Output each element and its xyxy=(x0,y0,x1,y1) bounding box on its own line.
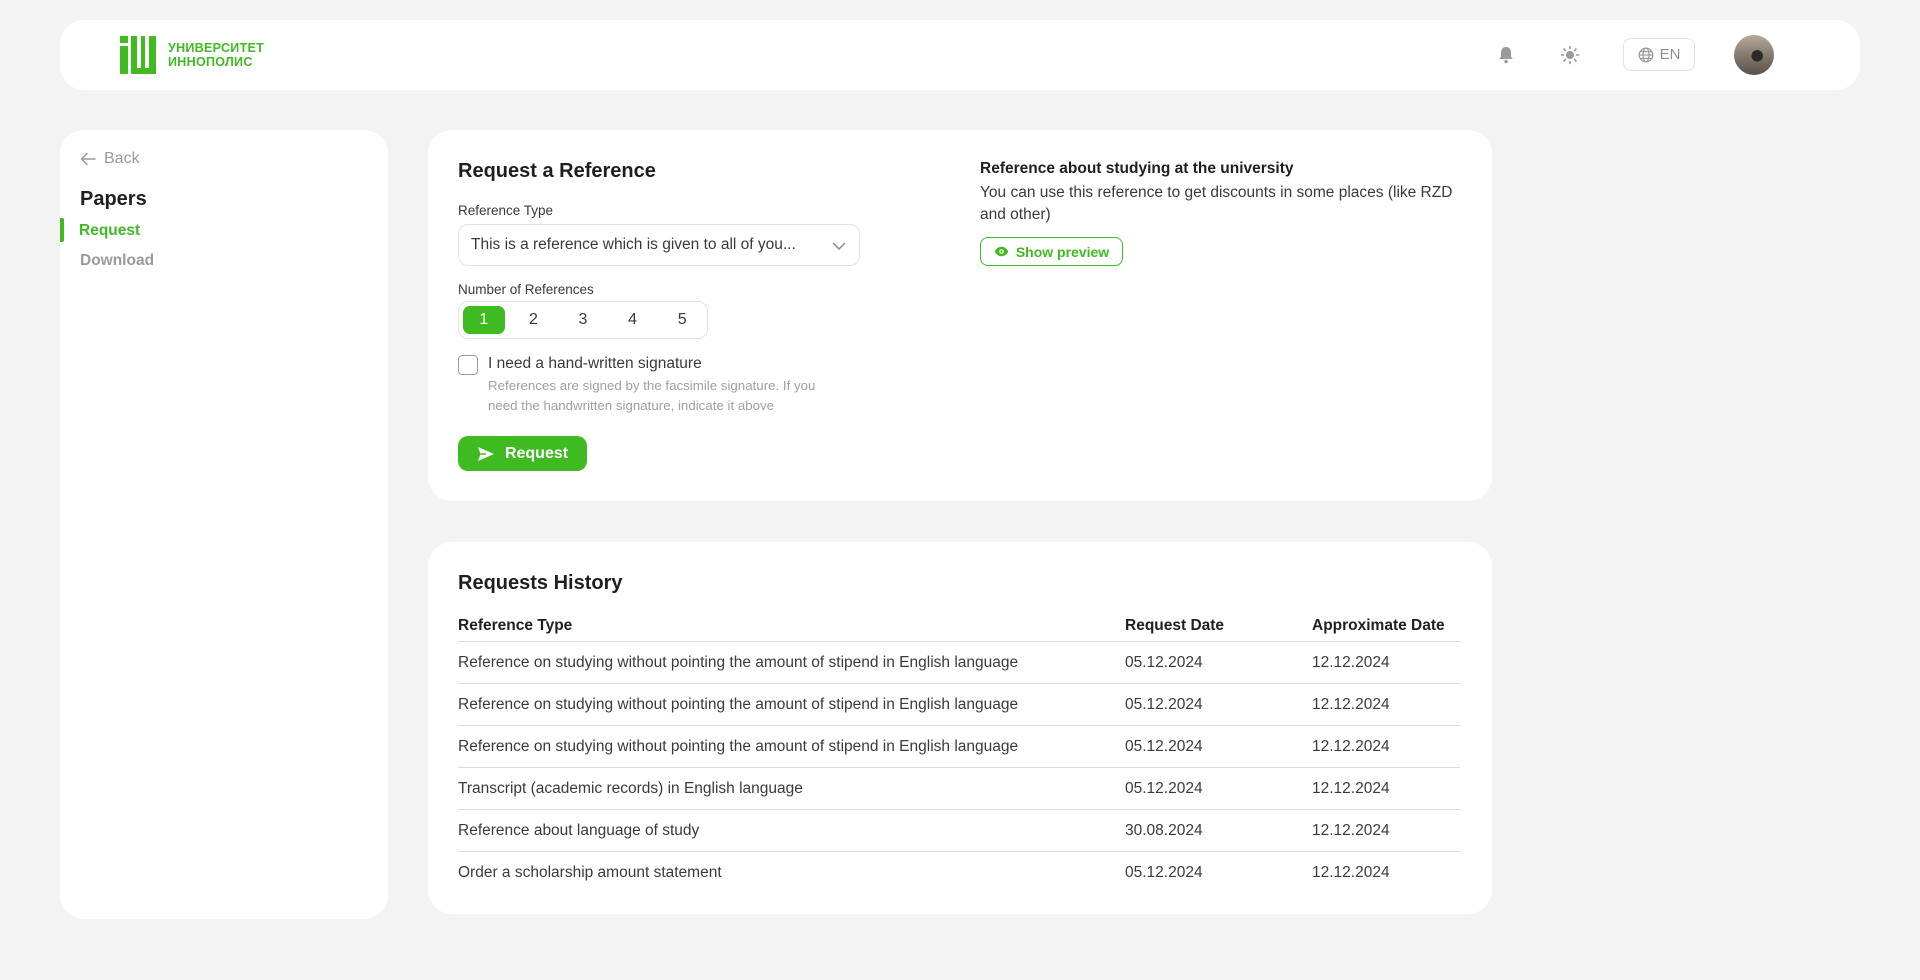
reference-info-description: You can use this reference to get discou… xyxy=(980,184,1453,223)
cell-reference-type: Reference on studying without pointing t… xyxy=(458,653,1019,671)
column-header-reference-type: Reference Type xyxy=(458,616,573,634)
cell-reference-type: Reference on studying without pointing t… xyxy=(458,737,1019,755)
arrow-left-icon xyxy=(80,152,96,166)
handwritten-signature-checkbox[interactable] xyxy=(458,355,478,375)
count-option-4[interactable]: 4 xyxy=(612,306,654,334)
language-switcher[interactable]: EN xyxy=(1623,38,1695,71)
cell-reference-type: Order a scholarship amount statement xyxy=(458,864,722,881)
count-option-2[interactable]: 2 xyxy=(513,306,555,334)
send-icon xyxy=(477,446,494,461)
cell-reference-type: Reference on studying without pointing t… xyxy=(458,695,1019,713)
cell-approximate-date: 12.12.2024 xyxy=(1312,653,1390,671)
table-row[interactable]: Reference on studying without pointing t… xyxy=(458,684,1460,726)
request-button-label: Request xyxy=(504,444,569,462)
table-row[interactable]: Transcript (academic records) in English… xyxy=(458,768,1460,810)
cell-reference-type: Reference about language of study xyxy=(458,821,700,839)
cell-request-date: 05.12.2024 xyxy=(1125,779,1203,797)
user-avatar[interactable] xyxy=(1734,35,1774,75)
logo-mark-icon xyxy=(120,36,156,74)
logo-line-1: УНИВЕРСИТЕТ xyxy=(168,41,265,55)
notifications-button[interactable] xyxy=(1493,42,1519,68)
sidebar-title: Papers xyxy=(80,188,147,210)
sidebar: Back Papers Request Download xyxy=(60,130,388,919)
cell-request-date: 05.12.2024 xyxy=(1125,653,1203,671)
back-link[interactable]: Back xyxy=(80,150,140,168)
column-header-request-date: Request Date xyxy=(1125,616,1225,634)
back-label: Back xyxy=(104,150,140,167)
reference-type-label: Reference Type xyxy=(458,203,554,218)
cell-request-date: 05.12.2024 xyxy=(1125,864,1203,881)
logo-line-2: ИННОПОЛИС xyxy=(168,55,253,69)
table-row[interactable]: Reference on studying without pointing t… xyxy=(458,642,1460,684)
logo-text: УНИВЕРСИТЕТ ИННОПОЛИС xyxy=(168,41,264,69)
count-option-1[interactable]: 1 xyxy=(463,306,505,334)
table-row[interactable]: Reference about language of study 30.08.… xyxy=(458,810,1460,852)
sidebar-item-download[interactable]: Download xyxy=(60,248,388,274)
requests-history-table: Reference Type Request Date Approximate … xyxy=(458,610,1460,894)
show-preview-button[interactable]: Show preview xyxy=(980,237,1123,266)
requests-history-card: Requests History Reference Type Request … xyxy=(428,542,1492,914)
reference-type-value: This is a reference which is given to al… xyxy=(471,236,796,253)
request-button[interactable]: Request xyxy=(458,436,587,471)
request-reference-card: Request a Reference Reference Type This … xyxy=(428,130,1492,501)
cell-request-date: 30.08.2024 xyxy=(1125,821,1203,839)
globe-icon xyxy=(1638,47,1653,62)
top-header: УНИВЕРСИТЕТ ИННОПОЛИС EN xyxy=(60,20,1860,90)
count-option-5[interactable]: 5 xyxy=(661,306,703,334)
eye-icon xyxy=(994,246,1009,257)
cell-approximate-date: 12.12.2024 xyxy=(1312,695,1390,713)
count-option-3[interactable]: 3 xyxy=(562,306,604,334)
university-logo[interactable]: УНИВЕРСИТЕТ ИННОПОЛИС xyxy=(120,36,264,74)
theme-toggle-button[interactable] xyxy=(1557,42,1583,68)
cell-approximate-date: 12.12.2024 xyxy=(1312,864,1390,881)
cell-approximate-date: 12.12.2024 xyxy=(1312,821,1390,839)
table-row[interactable]: Reference on studying without pointing t… xyxy=(458,726,1460,768)
request-card-title: Request a Reference xyxy=(458,160,656,182)
table-header: Reference Type Request Date Approximate … xyxy=(458,610,1460,642)
cell-approximate-date: 12.12.2024 xyxy=(1312,779,1390,797)
sidebar-item-label: Download xyxy=(80,252,155,269)
show-preview-label: Show preview xyxy=(1015,243,1110,260)
reference-type-select[interactable]: This is a reference which is given to al… xyxy=(458,224,860,266)
reference-info-title: Reference about studying at the universi… xyxy=(980,160,1294,177)
sidebar-item-request[interactable]: Request xyxy=(60,218,388,244)
cell-approximate-date: 12.12.2024 xyxy=(1312,737,1390,755)
column-header-approximate-date: Approximate Date xyxy=(1312,616,1445,634)
cell-request-date: 05.12.2024 xyxy=(1125,695,1203,713)
table-row[interactable]: Order a scholarship amount statement 05.… xyxy=(458,852,1460,894)
sun-icon xyxy=(1560,45,1580,65)
cell-reference-type: Transcript (academic records) in English… xyxy=(458,779,803,797)
chevron-down-icon xyxy=(832,242,846,250)
cell-request-date: 05.12.2024 xyxy=(1125,737,1203,755)
signature-help-text: References are signed by the facsimile s… xyxy=(488,378,816,413)
number-of-references-label: Number of References xyxy=(458,282,594,297)
history-card-title: Requests History xyxy=(458,572,623,594)
handwritten-signature-label[interactable]: I need a hand-written signature xyxy=(488,355,702,373)
language-label: EN xyxy=(1659,46,1681,63)
number-of-references-selector: 1 2 3 4 5 xyxy=(458,301,708,339)
bell-icon xyxy=(1499,47,1513,64)
sidebar-item-label: Request xyxy=(79,222,141,239)
